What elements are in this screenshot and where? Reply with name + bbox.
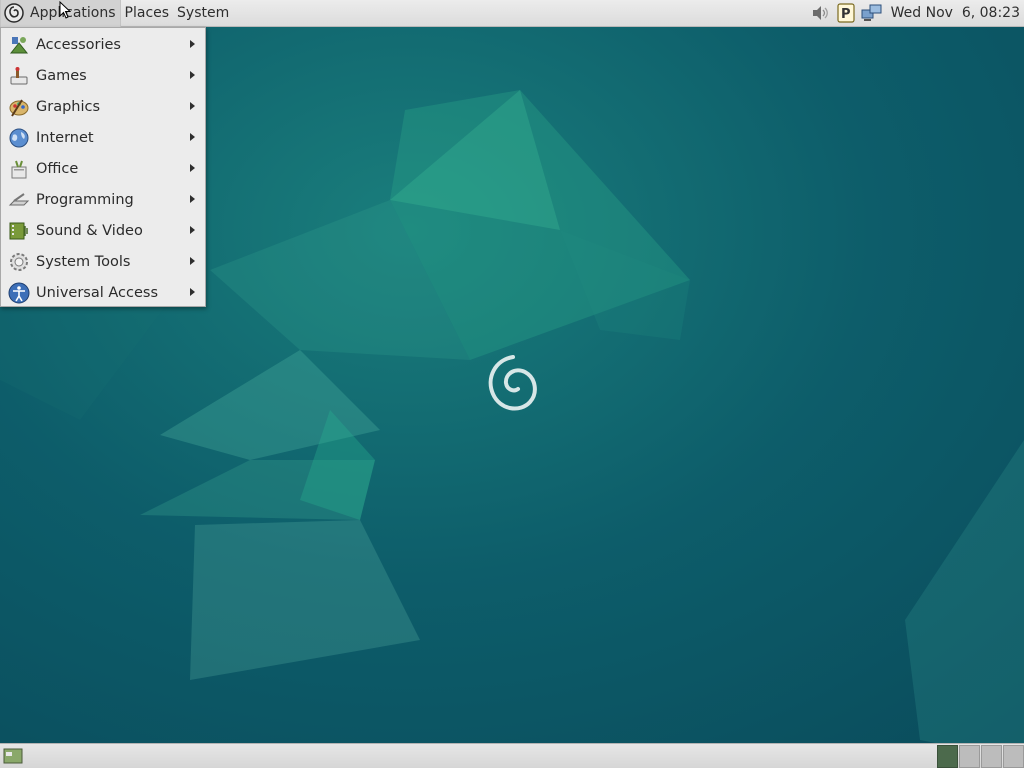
menu-item-programming[interactable]: Programming xyxy=(1,184,205,215)
system-tray: P Wed Nov 6, 08:23 xyxy=(809,0,1024,27)
menu-item-sound-video[interactable]: Sound & Video xyxy=(1,215,205,246)
menu-item-label: Programming xyxy=(36,191,134,208)
submenu-arrow-icon xyxy=(190,195,195,203)
desktop[interactable]: Applications Places System P Wed Nov 6, … xyxy=(0,0,1024,768)
applications-menu-label: Applications xyxy=(30,4,116,21)
office-icon xyxy=(7,157,31,181)
sound-video-icon xyxy=(7,219,31,243)
submenu-arrow-icon xyxy=(190,133,195,141)
show-desktop-button[interactable] xyxy=(2,746,24,766)
menu-item-system-tools[interactable]: System Tools xyxy=(1,246,205,277)
menu-item-office[interactable]: Office xyxy=(1,153,205,184)
clock[interactable]: Wed Nov 6, 08:23 xyxy=(887,5,1020,21)
system-tools-icon xyxy=(7,250,31,274)
submenu-arrow-icon xyxy=(190,102,195,110)
volume-icon[interactable] xyxy=(809,2,831,24)
universal-access-icon xyxy=(7,281,31,305)
mouse-cursor-icon xyxy=(59,1,71,19)
show-desktop-icon xyxy=(3,748,23,764)
workspace-3[interactable] xyxy=(981,745,1002,768)
workspace-4[interactable] xyxy=(1003,745,1024,768)
submenu-arrow-icon xyxy=(190,257,195,265)
pidgin-icon[interactable]: P xyxy=(835,2,857,24)
workspace-2[interactable] xyxy=(959,745,980,768)
submenu-arrow-icon xyxy=(190,226,195,234)
menu-item-accessories[interactable]: Accessories xyxy=(1,29,205,60)
submenu-arrow-icon xyxy=(190,164,195,172)
programming-icon xyxy=(7,188,31,212)
places-menu[interactable]: Places xyxy=(121,0,174,27)
menu-item-label: Accessories xyxy=(36,36,121,53)
accessories-icon xyxy=(7,33,31,57)
menu-item-graphics[interactable]: Graphics xyxy=(1,91,205,122)
menu-item-label: System Tools xyxy=(36,253,131,270)
submenu-arrow-icon xyxy=(190,288,195,296)
internet-icon xyxy=(7,126,31,150)
menu-item-games[interactable]: Games xyxy=(1,60,205,91)
debian-logo-icon xyxy=(4,3,24,23)
menu-item-label: Games xyxy=(36,67,87,84)
menu-item-label: Office xyxy=(36,160,79,177)
svg-text:P: P xyxy=(841,7,851,22)
menu-item-label: Internet xyxy=(36,129,94,146)
top-panel: Applications Places System P Wed Nov 6, … xyxy=(0,0,1024,27)
menu-item-label: Sound & Video xyxy=(36,222,143,239)
menu-item-label: Graphics xyxy=(36,98,101,115)
graphics-icon xyxy=(7,95,31,119)
workspace-1[interactable] xyxy=(937,745,958,768)
games-icon xyxy=(7,64,31,88)
menu-item-universal-access[interactable]: Universal Access xyxy=(1,277,205,308)
menu-item-label: Universal Access xyxy=(36,284,159,301)
menu-item-internet[interactable]: Internet xyxy=(1,122,205,153)
submenu-arrow-icon xyxy=(190,71,195,79)
system-menu[interactable]: System xyxy=(173,0,233,27)
network-icon[interactable] xyxy=(861,2,883,24)
bottom-panel xyxy=(0,743,1024,768)
submenu-arrow-icon xyxy=(190,40,195,48)
applications-dropdown: Accessories Games Graphics Internet Offi… xyxy=(0,27,206,307)
workspace-switcher xyxy=(936,745,1024,768)
